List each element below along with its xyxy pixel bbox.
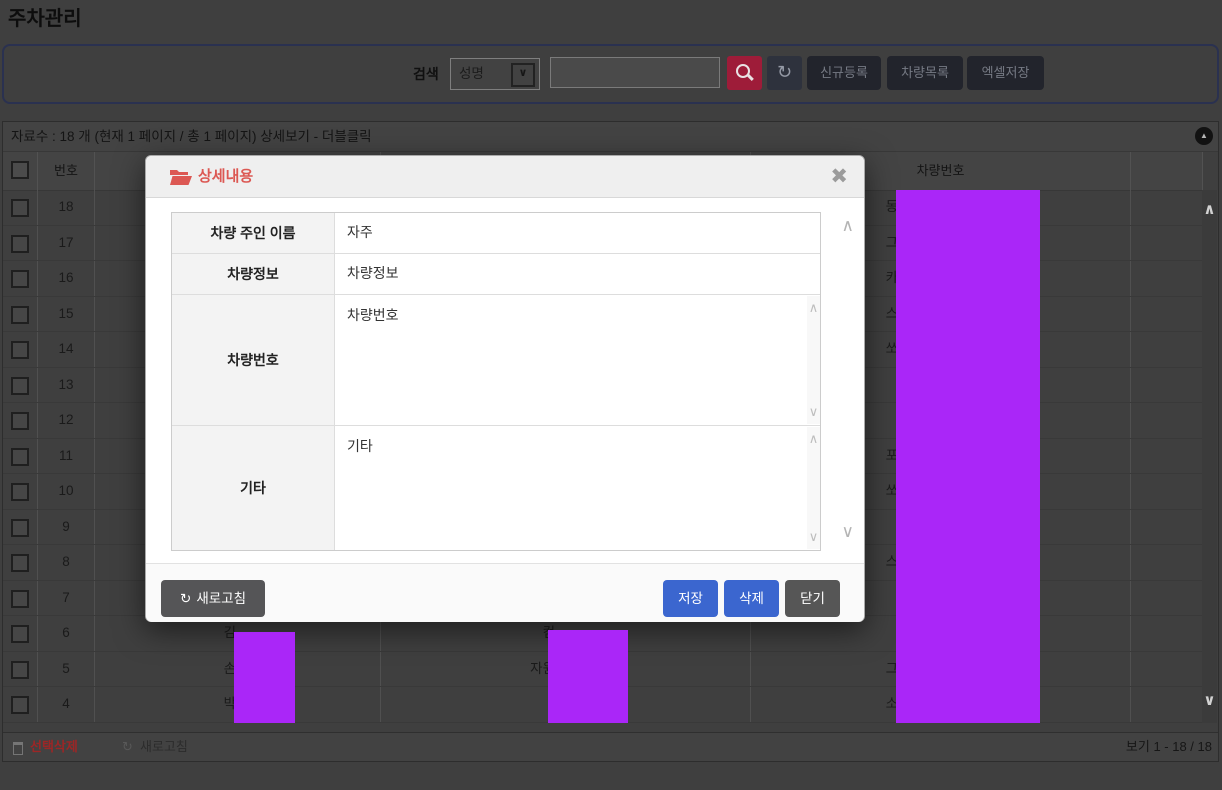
owner-name-input[interactable]: 자주 [335, 213, 820, 253]
chevron-down-icon: ∨ [511, 63, 535, 87]
form-row-etc: 기타 기타 ∧ ∨ [172, 426, 820, 550]
app-root: 주차관리 검색 성명 ∨ ↻ 신규등록 차량목록 엑셀저장 자료수 : 18 개… [0, 0, 1222, 790]
row-checkbox[interactable] [11, 554, 29, 572]
row-number: 8 [38, 545, 95, 580]
scroll-up-icon[interactable]: ∧ [807, 300, 820, 316]
redaction-box-vehicle-column [896, 190, 1040, 723]
panel-collapse-button[interactable]: ▲ [1195, 127, 1213, 145]
row-number: 9 [38, 510, 95, 545]
search-field-select[interactable]: 성명 ∨ [450, 58, 540, 90]
scroll-down-icon[interactable]: ∨ [1202, 691, 1217, 709]
row-number: 5 [38, 652, 95, 687]
row-checkbox[interactable] [11, 199, 29, 217]
refresh-link[interactable]: 새로고침 [140, 733, 188, 761]
form-row-owner: 차량 주인 이름 자주 [172, 213, 820, 254]
vehicle-info-label: 차량정보 [172, 254, 335, 294]
new-register-button[interactable]: 신규등록 [807, 56, 881, 90]
row-checkbox[interactable] [11, 519, 29, 537]
header-extra [1131, 152, 1203, 190]
etc-label: 기타 [172, 426, 335, 550]
close-icon[interactable]: ✖ [830, 156, 848, 198]
table-scrollbar[interactable]: ∧ ∨ [1202, 190, 1217, 723]
modal-header: 상세내용 ✖ [146, 156, 864, 198]
search-input[interactable] [550, 57, 720, 88]
paging-status: 보기 1 - 18 / 18 [1126, 733, 1212, 761]
scroll-up-icon[interactable]: ∧ [1202, 200, 1217, 218]
close-button[interactable]: 닫기 [785, 580, 840, 617]
modal-title: 상세내용 [198, 156, 253, 198]
grid-infobar: 자료수 : 18 개 (현재 1 페이지 / 총 1 페이지) 상세보기 - 더… [3, 122, 1218, 152]
row-number: 7 [38, 581, 95, 616]
row-number: 17 [38, 226, 95, 261]
select-all-checkbox[interactable] [11, 161, 29, 179]
textarea-scrollbar[interactable]: ∧ ∨ [807, 296, 820, 424]
redaction-box-info-column [548, 630, 628, 723]
refresh-button[interactable]: ↻ [767, 56, 802, 90]
header-number: 번호 [38, 152, 95, 190]
detail-form: 차량 주인 이름 자주 차량정보 차량정보 차량번호 차량번호 ∧ ∨ 기타 [171, 212, 821, 551]
row-number: 14 [38, 332, 95, 367]
vehicle-info-input[interactable]: 차량정보 [335, 254, 820, 294]
row-number: 18 [38, 190, 95, 225]
modal-refresh-button[interactable]: ↻새로고침 [161, 580, 265, 617]
row-checkbox[interactable] [11, 377, 29, 395]
vehicle-number-label: 차량번호 [172, 295, 335, 425]
row-number: 13 [38, 368, 95, 403]
modal-scroll-down-icon[interactable]: ∨ [842, 522, 854, 542]
form-row-vehicle-number: 차량번호 차량번호 ∧ ∨ [172, 295, 820, 426]
scroll-down-icon[interactable]: ∨ [807, 529, 820, 545]
scroll-up-icon[interactable]: ∧ [807, 431, 820, 447]
grid-footer: 선택삭제 ↻ 새로고침 보기 1 - 18 / 18 [3, 732, 1218, 761]
row-number: 12 [38, 403, 95, 438]
modal-scroll-up-icon[interactable]: ∧ [842, 216, 854, 236]
row-checkbox[interactable] [11, 235, 29, 253]
owner-name-label: 차량 주인 이름 [172, 213, 335, 253]
refresh-icon: ↻ [180, 591, 191, 606]
row-number: 6 [38, 616, 95, 651]
save-button[interactable]: 저장 [663, 580, 718, 617]
etc-textarea[interactable]: 기타 ∧ ∨ [335, 426, 820, 550]
folder-icon [170, 169, 192, 185]
trash-icon [13, 742, 23, 755]
row-checkbox[interactable] [11, 483, 29, 501]
row-number: 11 [38, 439, 95, 474]
row-number: 10 [38, 474, 95, 509]
row-checkbox[interactable] [11, 306, 29, 324]
row-checkbox[interactable] [11, 448, 29, 466]
search-label: 검색 [413, 64, 439, 84]
row-checkbox[interactable] [11, 625, 29, 643]
row-number: 16 [38, 261, 95, 296]
excel-save-button[interactable]: 엑셀저장 [967, 56, 1044, 90]
form-row-vehicle-info: 차량정보 차량정보 [172, 254, 820, 295]
detail-modal: 상세내용 ✖ 차량 주인 이름 자주 차량정보 차량정보 차량번호 차량번호 ∧… [145, 155, 865, 622]
refresh-icon: ↻ [777, 62, 792, 82]
row-checkbox[interactable] [11, 696, 29, 714]
row-checkbox[interactable] [11, 270, 29, 288]
refresh-icon: ↻ [122, 733, 133, 761]
redaction-box-name-column [234, 632, 295, 723]
search-icon [736, 64, 750, 78]
search-button[interactable] [727, 56, 762, 90]
record-count-text: 자료수 : 18 개 (현재 1 페이지 / 총 1 페이지) 상세보기 - 더… [11, 122, 372, 151]
delete-button[interactable]: 삭제 [724, 580, 779, 617]
vehicle-list-button[interactable]: 차량목록 [887, 56, 963, 90]
row-number: 15 [38, 297, 95, 332]
scroll-down-icon[interactable]: ∨ [807, 404, 820, 420]
row-checkbox[interactable] [11, 661, 29, 679]
row-checkbox[interactable] [11, 341, 29, 359]
page-title: 주차관리 [8, 2, 82, 31]
header-checkbox-cell [3, 152, 38, 190]
caret-up-icon: ▲ [1200, 131, 1208, 140]
row-checkbox[interactable] [11, 412, 29, 430]
row-checkbox[interactable] [11, 590, 29, 608]
search-select-value: 성명 [459, 59, 484, 88]
delete-selected-link[interactable]: 선택삭제 [30, 733, 78, 761]
vehicle-number-textarea[interactable]: 차량번호 ∧ ∨ [335, 295, 820, 425]
row-number: 4 [38, 687, 95, 722]
textarea-scrollbar[interactable]: ∧ ∨ [807, 427, 820, 549]
modal-footer: ↻새로고침 저장 삭제 닫기 [146, 563, 864, 622]
